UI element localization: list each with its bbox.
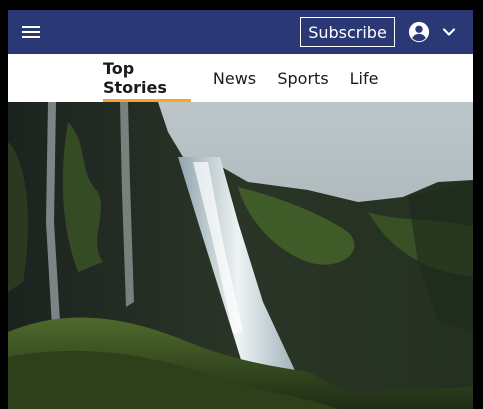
account-circle-icon [408,21,430,43]
account-menu[interactable] [408,20,460,44]
tab-top-stories[interactable]: Top Stories [103,54,191,102]
hamburger-menu-icon[interactable] [19,21,43,43]
tab-life[interactable]: Life [349,54,379,102]
top-bar: Subscribe [8,10,473,54]
subscribe-button[interactable]: Subscribe [300,17,395,47]
tab-news[interactable]: News [211,54,258,102]
chevron-down-icon [442,28,456,36]
tab-sports[interactable]: Sports [277,54,328,102]
section-tabs: Top Stories News Sports Life [8,54,473,102]
hero-image [8,102,473,409]
app-frame: Subscribe Top Stories News Sports Life [8,10,473,409]
